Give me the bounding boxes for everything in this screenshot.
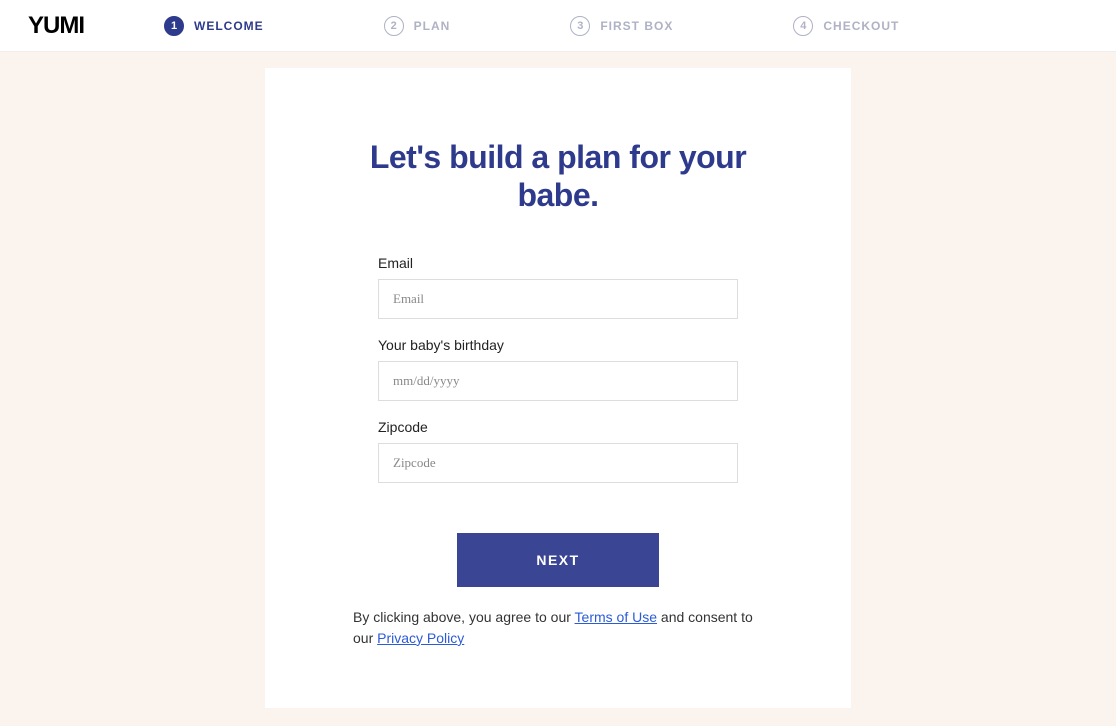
email-label: Email [378, 255, 738, 271]
step-checkout[interactable]: 4 CHECKOUT [793, 16, 899, 36]
step-label: CHECKOUT [823, 19, 899, 33]
header: YUMI 1 WELCOME 2 PLAN 3 FIRST BOX 4 CHEC… [0, 0, 1116, 52]
step-label: WELCOME [194, 19, 264, 33]
zipcode-field-group: Zipcode [378, 419, 738, 483]
birthday-label: Your baby's birthday [378, 337, 738, 353]
progress-steps: 1 WELCOME 2 PLAN 3 FIRST BOX 4 CHECKOUT [164, 16, 899, 36]
disclaimer-part1: By clicking above, you agree to our [353, 609, 575, 625]
step-number: 4 [793, 16, 813, 36]
email-input[interactable] [378, 279, 738, 319]
privacy-link[interactable]: Privacy Policy [377, 630, 464, 646]
step-label: PLAN [414, 19, 451, 33]
logo: YUMI [28, 12, 84, 40]
terms-link[interactable]: Terms of Use [575, 609, 657, 625]
step-plan[interactable]: 2 PLAN [384, 16, 451, 36]
zipcode-input[interactable] [378, 443, 738, 483]
disclaimer-text: By clicking above, you agree to our Term… [353, 607, 763, 649]
birthday-field-group: Your baby's birthday [378, 337, 738, 401]
zipcode-label: Zipcode [378, 419, 738, 435]
form-card: Let's build a plan for your babe. Email … [265, 68, 851, 708]
step-number: 2 [384, 16, 404, 36]
signup-form: Email Your baby's birthday Zipcode [378, 255, 738, 483]
page-heading: Let's build a plan for your babe. [335, 138, 781, 215]
step-label: FIRST BOX [600, 19, 673, 33]
step-first-box[interactable]: 3 FIRST BOX [570, 16, 673, 36]
step-number: 1 [164, 16, 184, 36]
step-welcome[interactable]: 1 WELCOME [164, 16, 264, 36]
email-field-group: Email [378, 255, 738, 319]
birthday-input[interactable] [378, 361, 738, 401]
next-button[interactable]: NEXT [457, 533, 659, 587]
step-number: 3 [570, 16, 590, 36]
